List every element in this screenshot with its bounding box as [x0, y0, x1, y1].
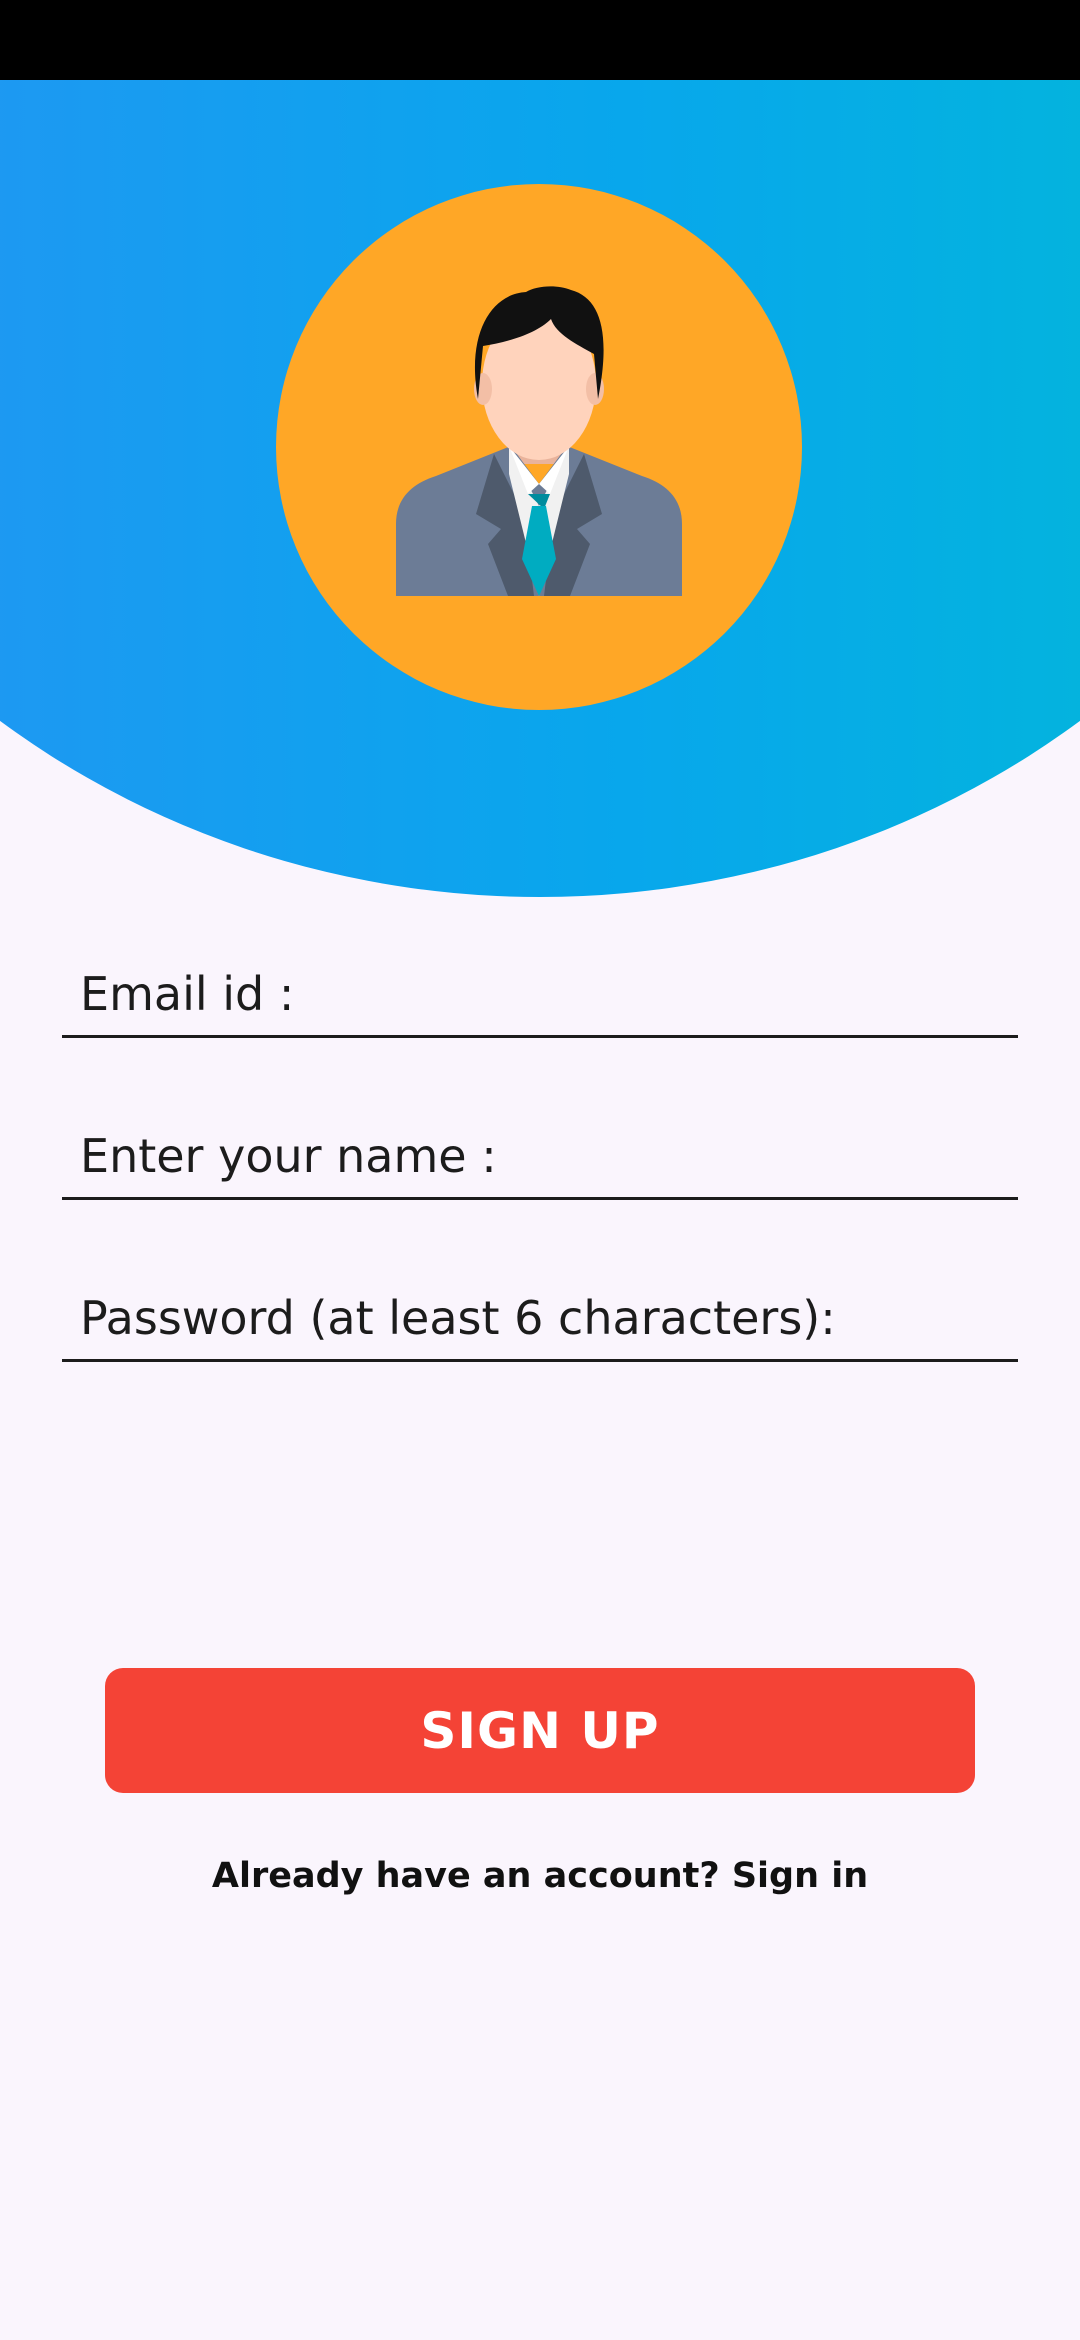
status-bar [0, 0, 1080, 80]
name-field [62, 1120, 1018, 1200]
password-input[interactable] [62, 1282, 1018, 1359]
avatar [276, 184, 802, 710]
email-field [62, 958, 1018, 1038]
name-input[interactable] [62, 1120, 1018, 1197]
email-input[interactable] [62, 958, 1018, 1035]
businessman-avatar-icon [396, 286, 682, 596]
signin-link[interactable]: Already have an account? Sign in [0, 1856, 1080, 1896]
password-field [62, 1282, 1018, 1362]
signup-button[interactable]: SIGN UP [105, 1668, 975, 1793]
